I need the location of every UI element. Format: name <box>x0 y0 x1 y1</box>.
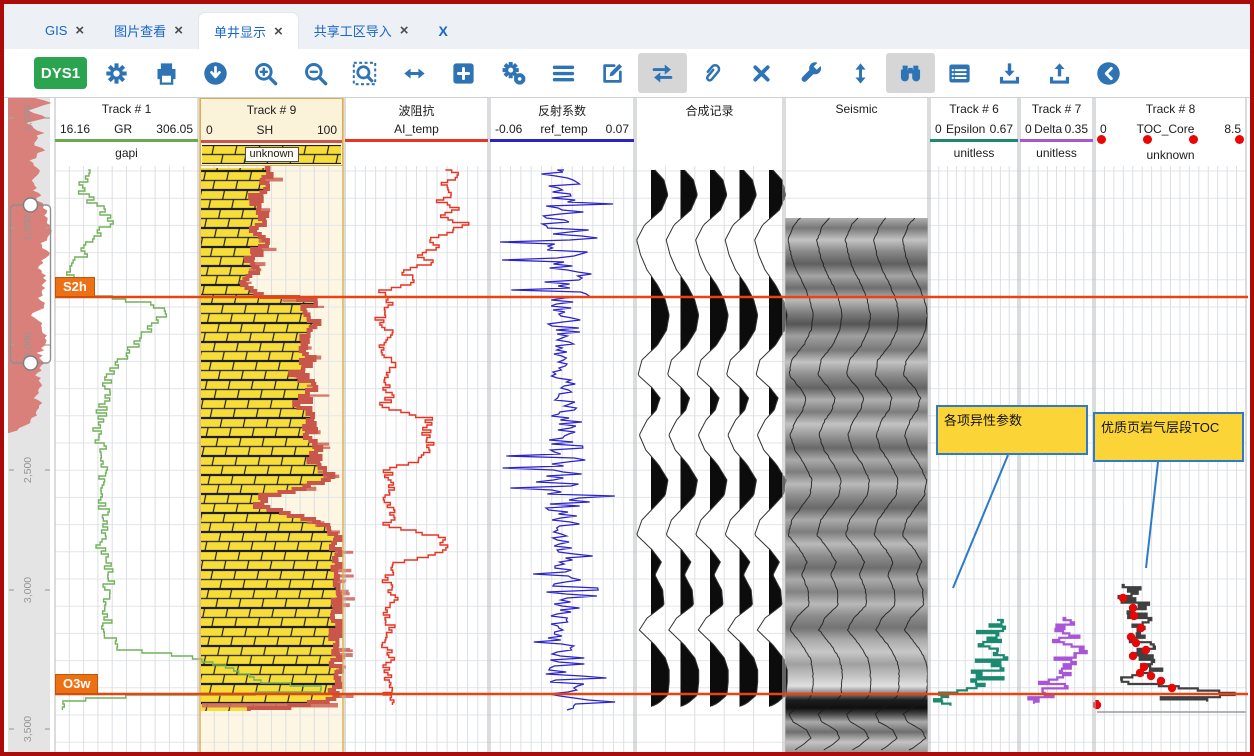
curve-ai-temp <box>375 170 469 705</box>
synthetic-trace <box>666 170 699 706</box>
tab-label: X <box>439 23 448 39</box>
printer-icon[interactable] <box>142 53 192 93</box>
toc-core-point <box>1132 639 1140 647</box>
toc-core-point <box>1157 677 1165 685</box>
zoom-in-icon[interactable] <box>241 53 291 93</box>
toc-core-point <box>1129 652 1137 660</box>
depth-label: 1,009 <box>22 105 34 131</box>
synthetic-trace-fill <box>710 170 728 707</box>
download-circle-icon[interactable] <box>191 53 241 93</box>
tab-close-icon[interactable]: × <box>174 23 183 38</box>
annotation-callout-line <box>953 455 1008 588</box>
toolbar: DYS1 <box>4 49 1250 97</box>
navigator-handle-top[interactable] <box>24 198 38 212</box>
toc-core-point <box>1130 612 1138 620</box>
toc-core-point <box>1093 701 1101 709</box>
synthetic-trace-fill <box>651 170 669 707</box>
tab-x[interactable]: X <box>424 12 463 49</box>
tab-label: 共享工区导入 <box>314 21 392 40</box>
toc-core-point <box>1147 672 1155 680</box>
log-plot: 1,009 1,500 2,000 2,500 3,000 3,500 <box>0 0 1254 756</box>
toc-core-point <box>1136 669 1144 677</box>
tab-close-icon[interactable]: × <box>75 23 84 38</box>
tab-label: 单井显示 <box>214 22 266 41</box>
synthetic-trace <box>637 170 670 706</box>
gears-settings-icon[interactable] <box>489 53 539 93</box>
curve-ref-temp <box>500 170 615 710</box>
synthetic-trace-fill <box>769 170 787 707</box>
tab-gis[interactable]: GIS × <box>30 12 99 49</box>
tab-single-well-display[interactable]: 单井显示 × <box>198 12 299 49</box>
toc-core-point <box>1129 604 1137 612</box>
depth-label: 3,000 <box>22 577 34 603</box>
synthetic-trace <box>755 170 788 706</box>
tab-shared-workspace-import[interactable]: 共享工区导入 × <box>299 12 424 49</box>
close-x-icon[interactable] <box>737 53 787 93</box>
annotation-toc[interactable]: 优质页岩气层段TOC <box>1093 412 1244 462</box>
edit-icon[interactable] <box>588 53 638 93</box>
depth-label: 2,000 <box>22 332 34 358</box>
tab-image-view[interactable]: 图片查看 × <box>99 12 198 49</box>
zoom-area-icon[interactable] <box>340 53 390 93</box>
tab-label: 图片查看 <box>114 21 166 40</box>
settings-gear-icon[interactable] <box>92 53 142 93</box>
zoom-out-icon[interactable] <box>290 53 340 93</box>
toolbar-icons <box>92 53 1133 93</box>
toc-core-point <box>1119 594 1127 602</box>
marker-o3w-label[interactable]: O3w <box>55 674 98 694</box>
add-square-icon[interactable] <box>439 53 489 93</box>
marker-s2h-label[interactable]: S2h <box>55 277 95 297</box>
well-button[interactable]: DYS1 <box>34 57 87 89</box>
toc-core-point <box>1142 646 1150 654</box>
back-circle-icon[interactable] <box>1084 53 1134 93</box>
paperclip-icon[interactable] <box>687 53 737 93</box>
synthetic-trace <box>725 170 758 706</box>
synthetic-trace <box>696 170 729 706</box>
tab-close-icon[interactable]: × <box>400 23 409 38</box>
navigator-handle-bottom[interactable] <box>24 356 38 370</box>
toc-core-point <box>1168 684 1176 692</box>
menu-icon[interactable] <box>538 53 588 93</box>
synthetic-trace-fill <box>681 170 699 707</box>
swap-arrows-icon[interactable] <box>638 53 688 93</box>
annotation-anisotropy[interactable]: 各项异性参数 <box>936 405 1088 455</box>
tab-label: GIS <box>45 23 67 38</box>
table-list-icon[interactable] <box>935 53 985 93</box>
arrows-horizontal-icon[interactable] <box>390 53 440 93</box>
export-upload-icon[interactable] <box>1034 53 1084 93</box>
depth-label: 3,500 <box>22 716 34 742</box>
depth-label: 1,500 <box>22 215 34 241</box>
depth-navigator[interactable]: 1,009 1,500 2,000 2,500 3,000 3,500 <box>8 98 52 752</box>
tab-bar: GIS × 图片查看 × 单井显示 × 共享工区导入 × X <box>4 4 1250 49</box>
tab-close-icon[interactable]: × <box>274 24 283 39</box>
synthetic-trace-fill <box>740 170 758 707</box>
arrows-vertical-icon[interactable] <box>836 53 886 93</box>
import-download-icon[interactable] <box>985 53 1035 93</box>
toc-core-point <box>1137 624 1145 632</box>
wrench-icon[interactable] <box>786 53 836 93</box>
depth-label: 2,500 <box>22 457 34 483</box>
binoculars-icon[interactable] <box>886 53 936 93</box>
